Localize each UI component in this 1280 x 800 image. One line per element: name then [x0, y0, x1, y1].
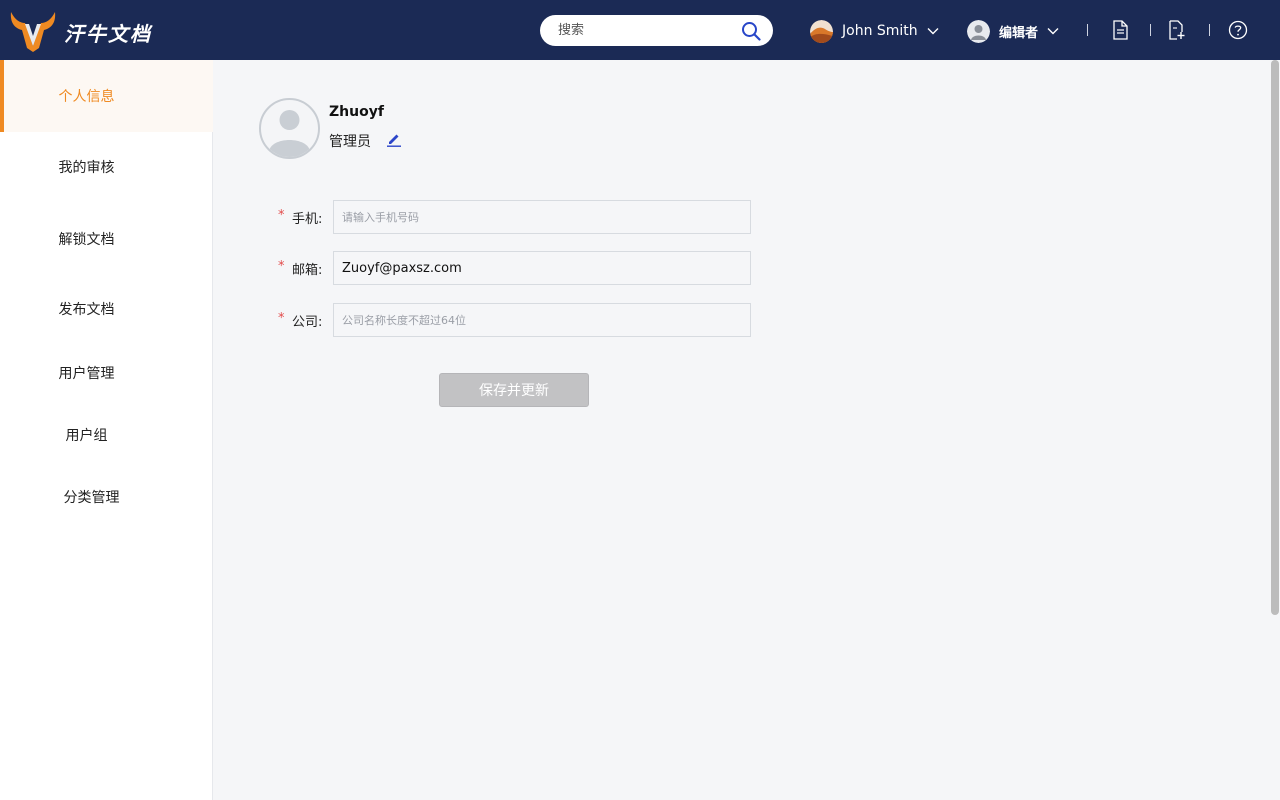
sidebar-item-label: 我的审核 [58, 160, 115, 176]
sidebar-item-category-management[interactable]: 分类管理 [0, 461, 213, 533]
profile-name: Zhuoyf [329, 104, 384, 120]
sidebar-item-label: 解锁文档 [58, 232, 115, 248]
email-label: 邮箱: [292, 263, 323, 278]
add-document-icon[interactable] [1168, 20, 1186, 40]
chevron-down-icon [927, 28, 939, 35]
sidebar-item-unlock-documents[interactable]: 解锁文档 [0, 203, 213, 275]
brand-name[interactable]: 汗牛文档 [64, 18, 152, 47]
company-label: 公司: [292, 315, 323, 330]
phone-input[interactable] [333, 200, 751, 234]
document-icon[interactable] [1111, 20, 1129, 40]
user-menu[interactable]: John Smith [810, 19, 940, 43]
search-input[interactable] [558, 15, 738, 46]
chevron-down-icon [1047, 28, 1059, 35]
sidebar-item-publish-documents[interactable]: 发布文档 [0, 273, 213, 345]
sidebar-nav: 个人信息 我的审核 解锁文档 发布文档 用户管理 用户组 分类管理 [0, 60, 213, 800]
header-divider [1150, 24, 1151, 36]
phone-label: 手机: [292, 212, 323, 227]
top-navigation-bar: 汗牛文档 John Smith 编辑者 [0, 0, 1280, 60]
role-avatar [967, 19, 990, 43]
sidebar-item-label: 发布文档 [58, 302, 115, 318]
default-user-icon [269, 110, 310, 157]
scrollbar-thumb[interactable] [1271, 60, 1279, 615]
company-input[interactable] [333, 303, 751, 337]
header-divider [1209, 24, 1210, 36]
phone-row: * 手机: [276, 200, 752, 234]
help-icon[interactable] [1228, 20, 1248, 40]
required-marker: * [278, 208, 285, 223]
company-row: * 公司: [276, 303, 752, 337]
profile-role: 管理员 [329, 134, 371, 150]
sidebar-item-my-reviews[interactable]: 我的审核 [0, 131, 213, 203]
role-label: 编辑者 [999, 25, 1039, 41]
required-marker: * [278, 311, 285, 326]
email-input[interactable] [333, 251, 751, 285]
user-avatar [810, 19, 833, 43]
user-name: John Smith [842, 23, 918, 39]
edit-pencil-icon[interactable] [386, 131, 402, 147]
sidebar-item-label: 分类管理 [63, 490, 120, 506]
sidebar-item-label: 用户组 [65, 428, 108, 444]
save-and-update-button[interactable]: 保存并更新 [439, 373, 589, 407]
header-divider [1087, 24, 1088, 36]
bull-logo-icon[interactable] [8, 8, 58, 54]
sidebar-item-label: 用户管理 [58, 366, 115, 382]
search-icon[interactable] [741, 21, 761, 41]
sidebar-item-personal-info[interactable]: 个人信息 [0, 60, 213, 132]
sidebar-item-label: 个人信息 [58, 89, 115, 105]
email-row: * 邮箱: [276, 251, 752, 285]
role-switcher[interactable]: 编辑者 [967, 19, 1060, 43]
profile-avatar[interactable] [259, 98, 320, 159]
search-box[interactable] [540, 15, 773, 46]
page-scrollbar[interactable] [1270, 60, 1280, 800]
required-marker: * [278, 259, 285, 274]
